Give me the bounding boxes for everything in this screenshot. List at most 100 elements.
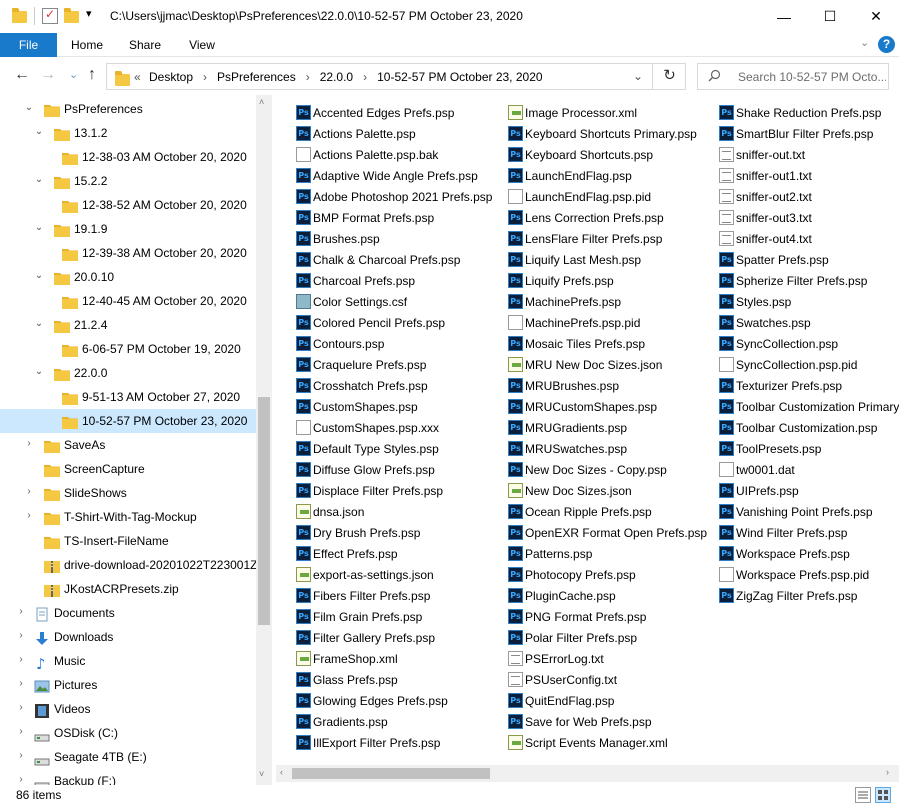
close-button[interactable]: ✕ [853, 0, 899, 33]
tree-item[interactable]: 12-38-52 AM October 20, 2020 [0, 193, 256, 217]
videos-icon [34, 703, 50, 718]
tree-item[interactable]: ⌄ 22.0.0 [0, 361, 256, 385]
chevron-down-icon[interactable]: ⌄ [34, 366, 44, 377]
details-view-icon[interactable] [855, 787, 871, 803]
chevron-right-icon[interactable]: › [24, 510, 34, 521]
large-icons-view-icon[interactable] [875, 787, 891, 803]
tab-home[interactable]: Home [62, 33, 112, 57]
help-icon[interactable]: ? [878, 36, 895, 53]
scroll-right-icon[interactable]: › [886, 767, 889, 777]
chevron-right-icon[interactable]: › [16, 774, 26, 785]
tree-item[interactable]: 12-38-03 AM October 20, 2020 [0, 145, 256, 169]
tree-item[interactable]: ⌄ 21.2.4 [0, 313, 256, 337]
breadcrumb-desktop[interactable]: Desktop [149, 70, 193, 84]
tab-file[interactable]: File [0, 33, 57, 57]
properties-icon[interactable]: ✓ [42, 7, 58, 24]
script-file-icon [296, 504, 311, 519]
file-name: Texturizer Prefs.psp [736, 379, 843, 393]
tree-item[interactable]: › Downloads [0, 625, 256, 649]
tab-view[interactable]: View [178, 33, 226, 57]
chevron-right-icon[interactable]: › [16, 630, 26, 641]
chevron-right-icon[interactable]: › [24, 438, 34, 449]
chevron-down-icon[interactable]: ⌄ [24, 102, 34, 113]
scroll-left-icon[interactable]: ‹ [280, 767, 283, 777]
back-button[interactable]: ← [14, 66, 30, 84]
chevron-right-icon[interactable]: › [306, 70, 310, 84]
chevron-down-icon[interactable]: ⌄ [34, 126, 44, 137]
scroll-up-icon[interactable]: ˄ [259, 97, 264, 107]
tree-item[interactable]: ⌄ 13.1.2 [0, 121, 256, 145]
customize-toolbar-icon[interactable]: ▾ [86, 7, 102, 23]
tree-item[interactable]: 12-40-45 AM October 20, 2020 [0, 289, 256, 313]
tree-item[interactable]: › T-Shirt-With-Tag-Mockup [0, 505, 256, 529]
tree-item[interactable]: ⌄ 15.2.2 [0, 169, 256, 193]
script-file-icon [508, 105, 523, 120]
tree-item[interactable]: › Videos [0, 697, 256, 721]
tree-item[interactable]: › SlideShows [0, 481, 256, 505]
chevron-right-icon[interactable]: › [16, 654, 26, 665]
refresh-button[interactable]: ↻ [652, 63, 686, 90]
chevron-down-icon[interactable]: ⌄ [34, 222, 44, 233]
photoshop-file-icon: Ps [296, 546, 311, 561]
maximize-button[interactable]: ☐ [807, 0, 853, 33]
tree-item[interactable]: ⌄ 19.1.9 [0, 217, 256, 241]
tree-item[interactable]: drive-download-20201022T223001Z-0 [0, 553, 268, 577]
file-name: Diffuse Glow Prefs.psp [313, 463, 435, 477]
chevron-right-icon[interactable]: › [16, 678, 26, 689]
breadcrumb-current[interactable]: 10-52-57 PM October 23, 2020 [377, 70, 542, 84]
chevron-down-icon[interactable]: ⌄ [34, 318, 44, 329]
tree-item[interactable]: 6-06-57 PM October 19, 2020 [0, 337, 256, 361]
tree-item[interactable]: › Backup (F:) [0, 769, 256, 785]
file-name: Liquify Prefs.psp [525, 274, 614, 288]
breadcrumb-psprefs[interactable]: PsPreferences [217, 70, 296, 84]
photoshop-file-icon: Ps [508, 378, 523, 393]
chevron-down-icon[interactable]: ⌄ [34, 270, 44, 281]
file-list-scrollbar[interactable]: ‹ › [276, 765, 899, 782]
scrollbar-thumb[interactable] [292, 768, 490, 779]
tree-item-label: 12-38-52 AM October 20, 2020 [82, 198, 247, 212]
address-bar[interactable]: « Desktop › PsPreferences › 22.0.0 › 10-52-57 … [106, 63, 686, 90]
breadcrumb-version[interactable]: 22.0.0 [320, 70, 353, 84]
tree-item[interactable]: › Documents [0, 601, 256, 625]
tree-item[interactable]: › SaveAs [0, 433, 256, 457]
tree-item[interactable]: TS-Insert-FileName [0, 529, 256, 553]
tree-item[interactable]: › OSDisk (C:) [0, 721, 256, 745]
tree-item[interactable]: 10-52-57 PM October 23, 2020 [0, 409, 256, 433]
minimize-button[interactable]: — [761, 0, 807, 33]
address-dropdown-icon[interactable]: ⌄ [633, 69, 643, 83]
photoshop-file-icon: Ps [508, 714, 523, 729]
scrollbar-thumb[interactable] [258, 397, 270, 625]
tree-item[interactable]: ⌄ 20.0.10 [0, 265, 256, 289]
chevron-right-icon[interactable]: › [16, 750, 26, 761]
nav-pane-scrollbar[interactable]: ˄ ˅ [256, 95, 272, 785]
tree-item[interactable]: › ♪ Music [0, 649, 256, 673]
chevron-right-icon[interactable]: › [24, 486, 34, 497]
tree-item[interactable]: 9-51-13 AM October 27, 2020 [0, 385, 256, 409]
scroll-down-icon[interactable]: ˅ [259, 769, 264, 779]
new-folder-icon[interactable] [64, 8, 80, 24]
tree-item[interactable]: ⌄ PsPreferences [0, 97, 256, 121]
file-name: SyncCollection.psp [736, 337, 839, 351]
tree-item[interactable]: › Seagate 4TB (E:) [0, 745, 256, 769]
search-box[interactable]: Search 10-52-57 PM Octo... [697, 63, 889, 90]
breadcrumb-overflow-icon[interactable]: « [134, 70, 141, 84]
tab-share[interactable]: Share [120, 33, 170, 57]
recent-locations-button[interactable]: ⌄ [69, 68, 78, 81]
chevron-right-icon[interactable]: › [203, 70, 207, 84]
chevron-right-icon[interactable]: › [16, 726, 26, 737]
tree-item[interactable]: › Pictures [0, 673, 256, 697]
tree-item-label: 21.2.4 [74, 318, 108, 332]
chevron-right-icon[interactable]: › [16, 606, 26, 617]
search-input[interactable]: Search 10-52-57 PM Octo... [738, 70, 886, 84]
chevron-down-icon[interactable]: ⌄ [34, 174, 44, 185]
generic-file-icon [719, 357, 734, 372]
forward-button[interactable]: → [40, 66, 56, 84]
tree-item[interactable]: JKostACRPresets.zip [0, 577, 256, 601]
chevron-right-icon[interactable]: › [363, 70, 367, 84]
tree-item[interactable]: ScreenCapture [0, 457, 256, 481]
tree-item-label: Backup (F:) [54, 774, 117, 785]
chevron-right-icon[interactable]: › [16, 702, 26, 713]
up-button[interactable]: ↑ [88, 66, 96, 84]
expand-ribbon-icon[interactable]: ⌄ [860, 36, 869, 49]
tree-item[interactable]: 12-39-38 AM October 20, 2020 [0, 241, 256, 265]
